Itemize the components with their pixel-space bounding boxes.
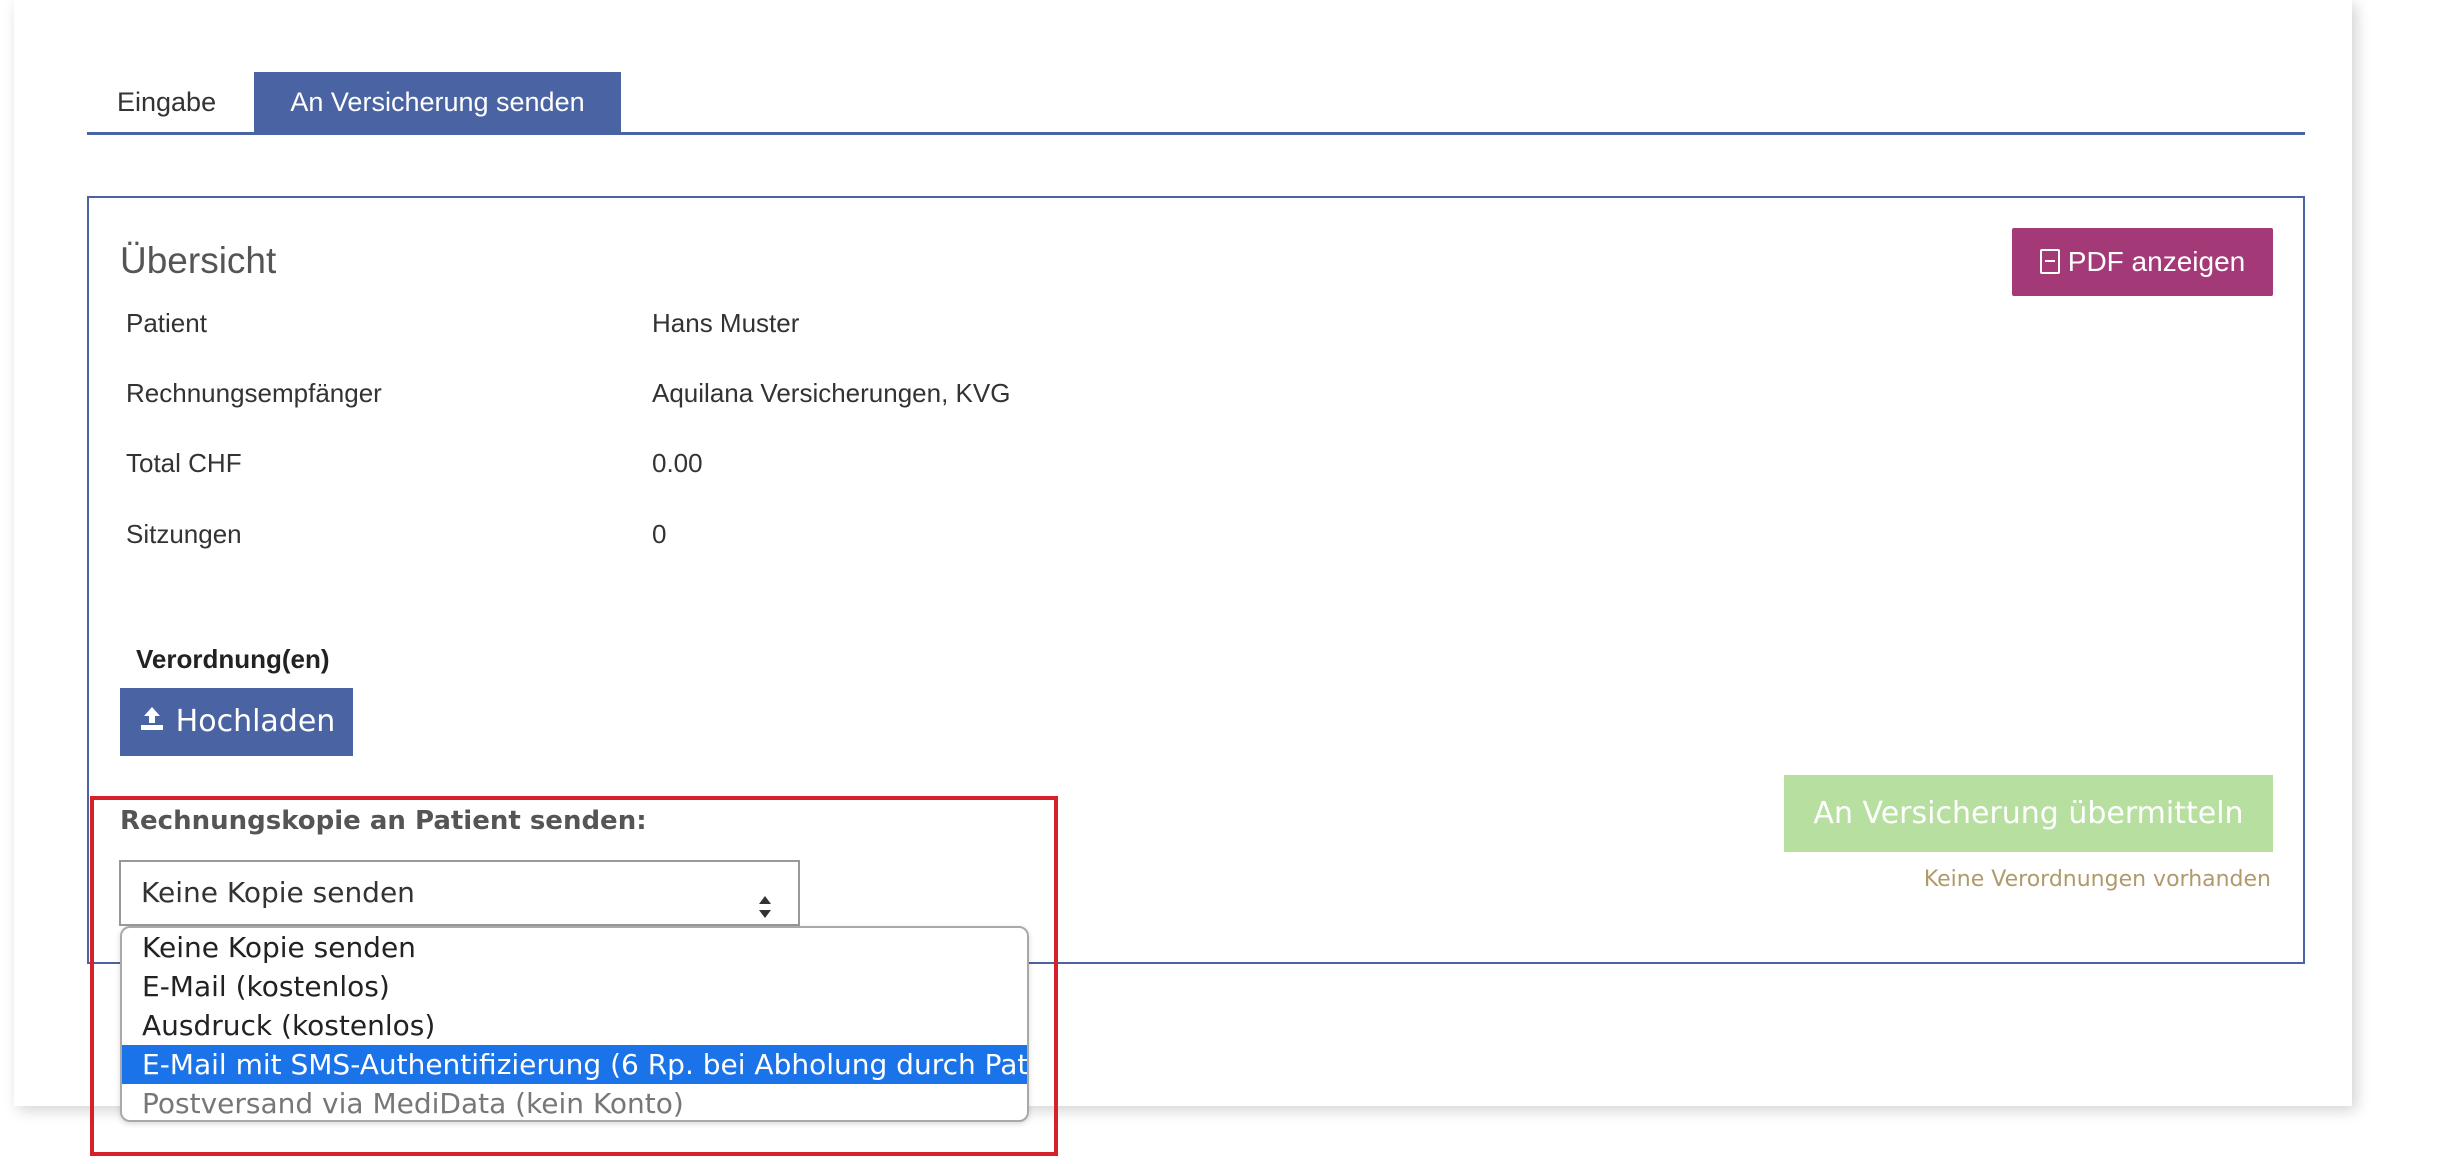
keine-verordnungen-hint: Keine Verordnungen vorhanden bbox=[1923, 867, 2271, 892]
option-email-kostenlos[interactable]: E-Mail (kostenlos) bbox=[122, 967, 1027, 1006]
page-container: Eingabe An Versicherung senden Übersicht… bbox=[14, 0, 2352, 1156]
rechnungskopie-select[interactable]: Keine Kopie senden bbox=[119, 860, 800, 926]
rechnungskopie-label: Rechnungskopie an Patient senden: bbox=[120, 806, 647, 836]
pdf-button-label: PDF anzeigen bbox=[2067, 246, 2246, 277]
overview-panel: Übersicht PDF anzeigen Patient Hans Must… bbox=[87, 196, 2305, 964]
tab-an-versicherung-senden[interactable]: An Versicherung senden bbox=[254, 72, 621, 132]
option-email-sms[interactable]: E-Mail mit SMS-Authentifizierung (6 Rp. … bbox=[122, 1045, 1027, 1084]
rechnungskopie-dropdown: Keine Kopie senden E-Mail (kostenlos) Au… bbox=[120, 926, 1029, 1122]
row-label-total: Total CHF bbox=[126, 448, 242, 478]
hochladen-label: Hochladen bbox=[175, 704, 336, 739]
hochladen-button[interactable]: Hochladen bbox=[120, 688, 353, 756]
option-ausdruck-kostenlos[interactable]: Ausdruck (kostenlos) bbox=[122, 1006, 1027, 1045]
pdf-anzeigen-button[interactable]: PDF anzeigen bbox=[2012, 228, 2273, 296]
row-value-sitzungen: 0 bbox=[652, 519, 667, 549]
option-postversand-medidata[interactable]: Postversand via MediData (kein Konto) bbox=[122, 1084, 1027, 1120]
an-versicherung-uebermitteln-button[interactable]: An Versicherung übermitteln bbox=[1784, 775, 2273, 852]
tab-bar: Eingabe An Versicherung senden bbox=[87, 72, 2305, 135]
row-value-patient: Hans Muster bbox=[652, 308, 800, 338]
select-current-value: Keine Kopie senden bbox=[141, 876, 415, 909]
verordnung-label: Verordnung(en) bbox=[136, 644, 330, 674]
pdf-file-icon bbox=[2039, 249, 2060, 274]
upload-icon bbox=[138, 689, 166, 757]
option-keine-kopie[interactable]: Keine Kopie senden bbox=[122, 928, 1027, 967]
tab-eingabe[interactable]: Eingabe bbox=[87, 72, 254, 132]
row-label-rechnungsempfaenger: Rechnungsempfänger bbox=[126, 378, 382, 408]
row-label-patient: Patient bbox=[126, 308, 207, 338]
row-value-rechnungsempfaenger: Aquilana Versicherungen, KVG bbox=[652, 378, 1011, 408]
select-arrows-icon bbox=[758, 880, 772, 918]
row-value-total: 0.00 bbox=[652, 448, 703, 478]
row-label-sitzungen: Sitzungen bbox=[126, 519, 242, 549]
panel-title: Übersicht bbox=[120, 240, 277, 281]
